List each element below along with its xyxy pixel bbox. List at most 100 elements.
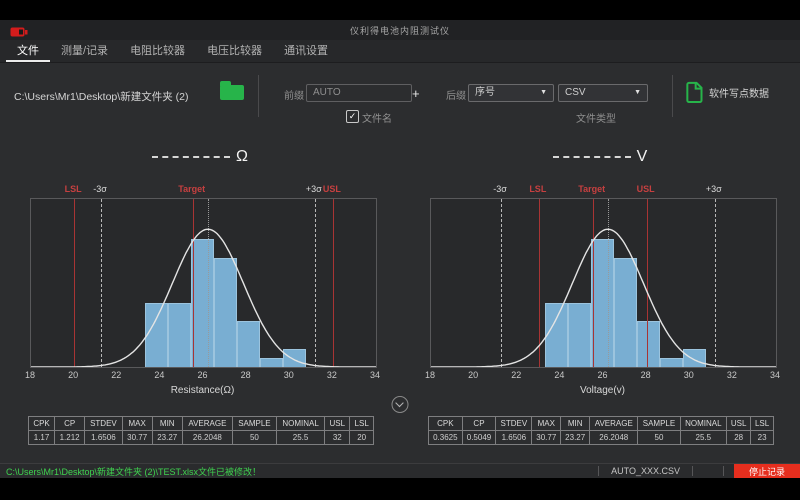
stats-value-cell: 26.2048 [590,431,638,445]
spreadsheet-file-icon [684,81,704,103]
x-tick-label: 26 [197,370,207,380]
status-message: C:\Users\Mr1\Desktop\新建文件夹 (2)\TEST.xlsx… [6,465,598,478]
x-tick-label: 26 [597,370,607,380]
x-axis-ticks: 182022242628303234 [430,370,775,380]
status-divider [692,466,693,476]
stats-value-row: 0.36250.50491.650630.7723.2726.20485025.… [429,431,774,445]
suffix-label: 后缀 [446,87,466,102]
open-folder-button[interactable] [220,81,246,100]
chevron-down-icon: ▼ [634,85,641,101]
stats-value-cell: 0.5049 [462,431,496,445]
filetype-dropdown[interactable]: CSV ▼ [558,84,648,102]
stats-value-cell: 23.27 [152,431,182,445]
current-filename: AUTO_XXX.CSV [599,466,692,476]
x-tick-label: 34 [370,370,380,380]
+3σ-label: +3σ [306,184,322,194]
stats-header-cell: USL [325,417,350,431]
stats-header-cell: CP [55,417,85,431]
x-tick-label: 18 [25,370,35,380]
collapse-expander-button[interactable] [392,396,409,413]
stats-header-cell: AVERAGE [590,417,638,431]
stats-header-cell: MIN [561,417,590,431]
marker-label-row: LSL-3σTarget+3σUSL [30,184,375,196]
stats-header-cell: MAX [122,417,152,431]
stats-value-cell: 50 [638,431,680,445]
voltage-chart-panel: V -3σLSLTargetUSL+3σ 182022242628303234 … [402,128,798,464]
Target-label: Target [178,184,205,194]
curve-legend-line [152,156,230,158]
x-tick-label: 20 [68,370,78,380]
plot-area [30,198,377,368]
save-path-text: C:\Users\Mr1\Desktop\新建文件夹 (2) [14,89,188,104]
stats-header-cell: AVERAGE [182,417,232,431]
stats-header-cell: NOMINAL [680,417,726,431]
export-data-button[interactable]: 软件写点数据 [684,81,769,103]
x-tick-label: 32 [727,370,737,380]
stats-value-cell: 50 [232,431,276,445]
stop-record-button[interactable]: 停止记录 [734,464,800,478]
LSL-label: LSL [529,184,546,194]
filename-checkbox-label: 文件名 [362,110,392,125]
stats-header-row: CPKCPSTDEVMAXMINAVERAGESAMPLENOMINALUSLL… [29,417,374,431]
stats-value-cell: 1.212 [55,431,85,445]
suffix-dropdown[interactable]: 序号 ▼ [468,84,554,102]
prefix-input[interactable]: AUTO [306,84,412,102]
tab-comm-settings[interactable]: 通讯设置 [273,39,339,62]
stats-table: CPKCPSTDEVMAXMINAVERAGESAMPLENOMINALUSLL… [28,416,374,445]
-3σ-label: -3σ [93,184,107,194]
menu-bar: 文件 测量/记录 电阻比较器 电压比较器 通讯设置 [0,40,800,63]
stats-header-cell: MAX [532,417,561,431]
stats-header-cell: CPK [29,417,55,431]
app-window: 仪利得电池内阻测试仪 文件 测量/记录 电阻比较器 电压比较器 通讯设置 C:\… [0,20,800,478]
tab-voltage-comparator[interactable]: 电压比较器 [196,39,273,62]
stats-value-cell: 1.6506 [496,431,532,445]
stats-header-cell: LSL [350,417,374,431]
x-tick-label: 18 [425,370,435,380]
stats-header-cell: NOMINAL [276,417,324,431]
filetype-label: 文件类型 [576,110,616,125]
filename-checkbox[interactable]: ✓ [346,110,359,123]
stats-header-cell: CP [462,417,496,431]
chart-legend: V [402,148,798,166]
stats-value-cell: 28 [727,431,751,445]
stats-value-row: 1.171.2121.650630.7723.2726.20485025.532… [29,431,374,445]
title-bar: 仪利得电池内阻测试仪 [0,20,800,40]
plot-area [430,198,777,368]
x-tick-label: 30 [684,370,694,380]
stats-value-cell: 20 [350,431,374,445]
x-tick-label: 32 [327,370,337,380]
x-tick-label: 28 [641,370,651,380]
x-axis-title: Resistance(Ω) [30,385,375,396]
stats-value-cell: 32 [325,431,350,445]
x-tick-label: 28 [241,370,251,380]
charts-area: Ω LSL-3σTarget+3σUSL 182022242628303234 … [0,128,800,464]
normal-curve [431,199,776,367]
stats-value-cell: 1.17 [29,431,55,445]
x-tick-label: 20 [468,370,478,380]
stats-header-cell: STDEV [496,417,532,431]
window-title: 仪利得电池内阻测试仪 [350,24,450,37]
stats-table: CPKCPSTDEVMAXMINAVERAGESAMPLENOMINALUSLL… [428,416,774,445]
tab-resistance-comparator[interactable]: 电阻比较器 [119,39,196,62]
stats-value-cell: 25.5 [276,431,324,445]
USL-label: USL [323,184,341,194]
stats-header-cell: MIN [152,417,182,431]
normal-curve [31,199,376,367]
battery-logo-icon [10,25,28,43]
stats-value-cell: 25.5 [680,431,726,445]
toolbar: C:\Users\Mr1\Desktop\新建文件夹 (2) 前缀 AUTO +… [0,63,800,130]
stats-value-cell: 23.27 [561,431,590,445]
stats-value-cell: 26.2048 [182,431,232,445]
stats-header-cell: STDEV [85,417,122,431]
tab-measure-record[interactable]: 测量/记录 [50,39,119,62]
chevron-down-icon: ▼ [540,85,547,101]
stats-value-cell: 30.77 [532,431,561,445]
stats-header-cell: LSL [751,417,774,431]
+3σ-label: +3σ [706,184,722,194]
x-tick-label: 22 [111,370,121,380]
marker-label-row: -3σLSLTargetUSL+3σ [430,184,775,196]
chart-legend: Ω [2,148,398,166]
chart-unit-label: V [637,148,648,166]
stats-header-row: CPKCPSTDEVMAXMINAVERAGESAMPLENOMINALUSLL… [429,417,774,431]
USL-label: USL [637,184,655,194]
